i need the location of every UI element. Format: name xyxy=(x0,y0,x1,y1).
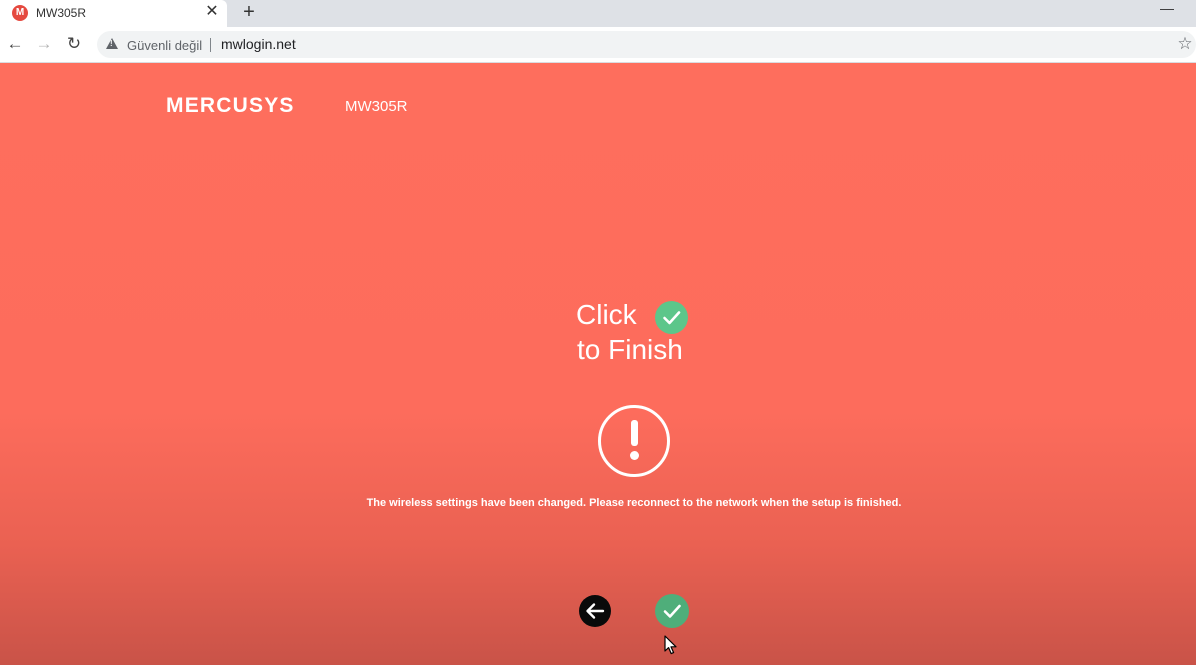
not-secure-warning-icon[interactable] xyxy=(106,38,118,49)
arrow-left-icon xyxy=(586,603,605,619)
exclamation-circle-icon xyxy=(598,405,670,477)
new-tab-button[interactable]: + xyxy=(238,1,260,23)
mercusys-favicon-icon: M xyxy=(12,5,28,21)
instruction-finish-text: to Finish xyxy=(577,334,683,365)
address-bar[interactable]: Güvenli değil mwlogin.net ☆ xyxy=(97,31,1196,58)
minimize-window-button[interactable]: — xyxy=(1156,0,1178,20)
back-button[interactable] xyxy=(579,595,611,627)
back-nav-button[interactable]: ← xyxy=(4,33,26,55)
mercusys-logo: MERCUSYS xyxy=(166,94,295,117)
reload-button[interactable]: ↻ xyxy=(63,33,85,55)
url-text[interactable]: mwlogin.net xyxy=(221,36,296,52)
finish-button[interactable] xyxy=(655,594,689,628)
browser-tabstrip: M MW305R ✕ + — xyxy=(0,0,1196,27)
mouse-cursor-icon xyxy=(664,635,677,655)
forward-nav-button[interactable]: → xyxy=(33,33,55,55)
model-name: MW305R xyxy=(345,98,408,115)
security-status-text[interactable]: Güvenli değil xyxy=(127,38,202,53)
checkmark-icon xyxy=(663,604,681,618)
reconnect-notice: The wireless settings have been changed.… xyxy=(366,497,902,509)
address-divider xyxy=(210,38,211,52)
browser-tab[interactable]: M MW305R ✕ xyxy=(0,0,227,27)
inline-checkmark-icon xyxy=(655,301,688,334)
router-setup-page: MERCUSYS MW305R Click to Finish The wire… xyxy=(0,63,1196,665)
instruction-click-text: Click xyxy=(576,299,637,330)
bookmark-star-icon[interactable]: ☆ xyxy=(1175,34,1195,54)
tab-close-icon[interactable]: ✕ xyxy=(203,3,221,21)
browser-toolbar: ← → ↻ Güvenli değil mwlogin.net ☆ xyxy=(0,27,1196,63)
tab-title: MW305R xyxy=(36,6,87,20)
